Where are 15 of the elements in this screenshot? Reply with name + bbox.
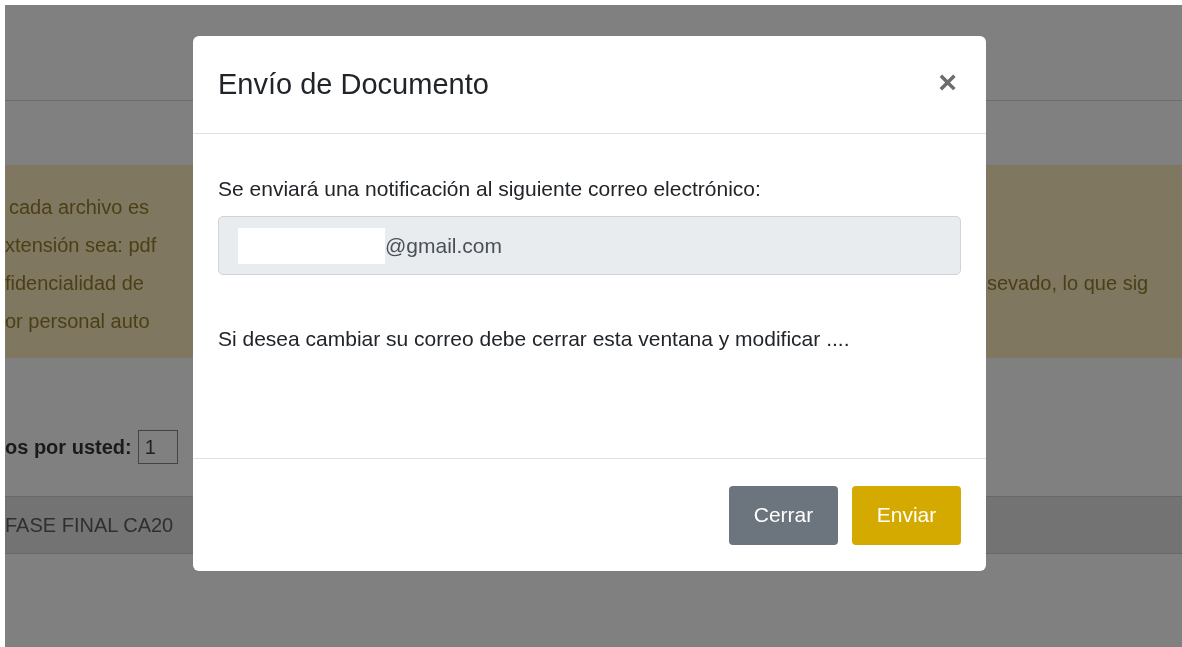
close-button[interactable]: ×	[934, 65, 961, 98]
notice-text: fidencialidad de	[5, 271, 145, 296]
dialog-title: Envío de Documento	[218, 68, 489, 101]
email-field[interactable]: @gmail.com	[218, 216, 961, 275]
notice-text: sevado, lo que sig	[987, 271, 1150, 296]
close-dialog-button[interactable]: Cerrar	[729, 485, 838, 545]
notice-text: cada archivo es	[8, 195, 151, 220]
email-text: @gmail.com	[385, 233, 502, 258]
message-text: Se enviará una notificación al siguiente correo electrónico:	[218, 176, 762, 202]
table-cell: FASE FINAL CA20	[5, 513, 174, 537]
note-text: Si desea cambiar su correo debe cerrar esta ventana y modificar ....	[218, 326, 851, 352]
notice-text: or personal auto	[5, 309, 151, 334]
count-label: os por usted:	[5, 435, 132, 459]
notice-text: xtensión sea: pdf	[5, 233, 158, 258]
count-field[interactable]: 1	[137, 430, 178, 464]
